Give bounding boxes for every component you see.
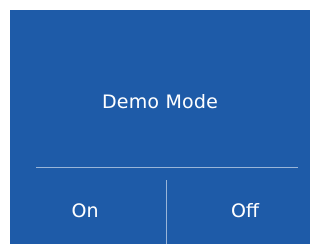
demo-mode-dialog: Demo Mode On Off xyxy=(10,10,310,244)
on-button[interactable]: On xyxy=(40,191,130,231)
off-button[interactable]: Off xyxy=(200,191,290,231)
horizontal-divider xyxy=(36,167,298,168)
vertical-divider xyxy=(166,180,167,244)
dialog-title: Demo Mode xyxy=(101,91,219,113)
